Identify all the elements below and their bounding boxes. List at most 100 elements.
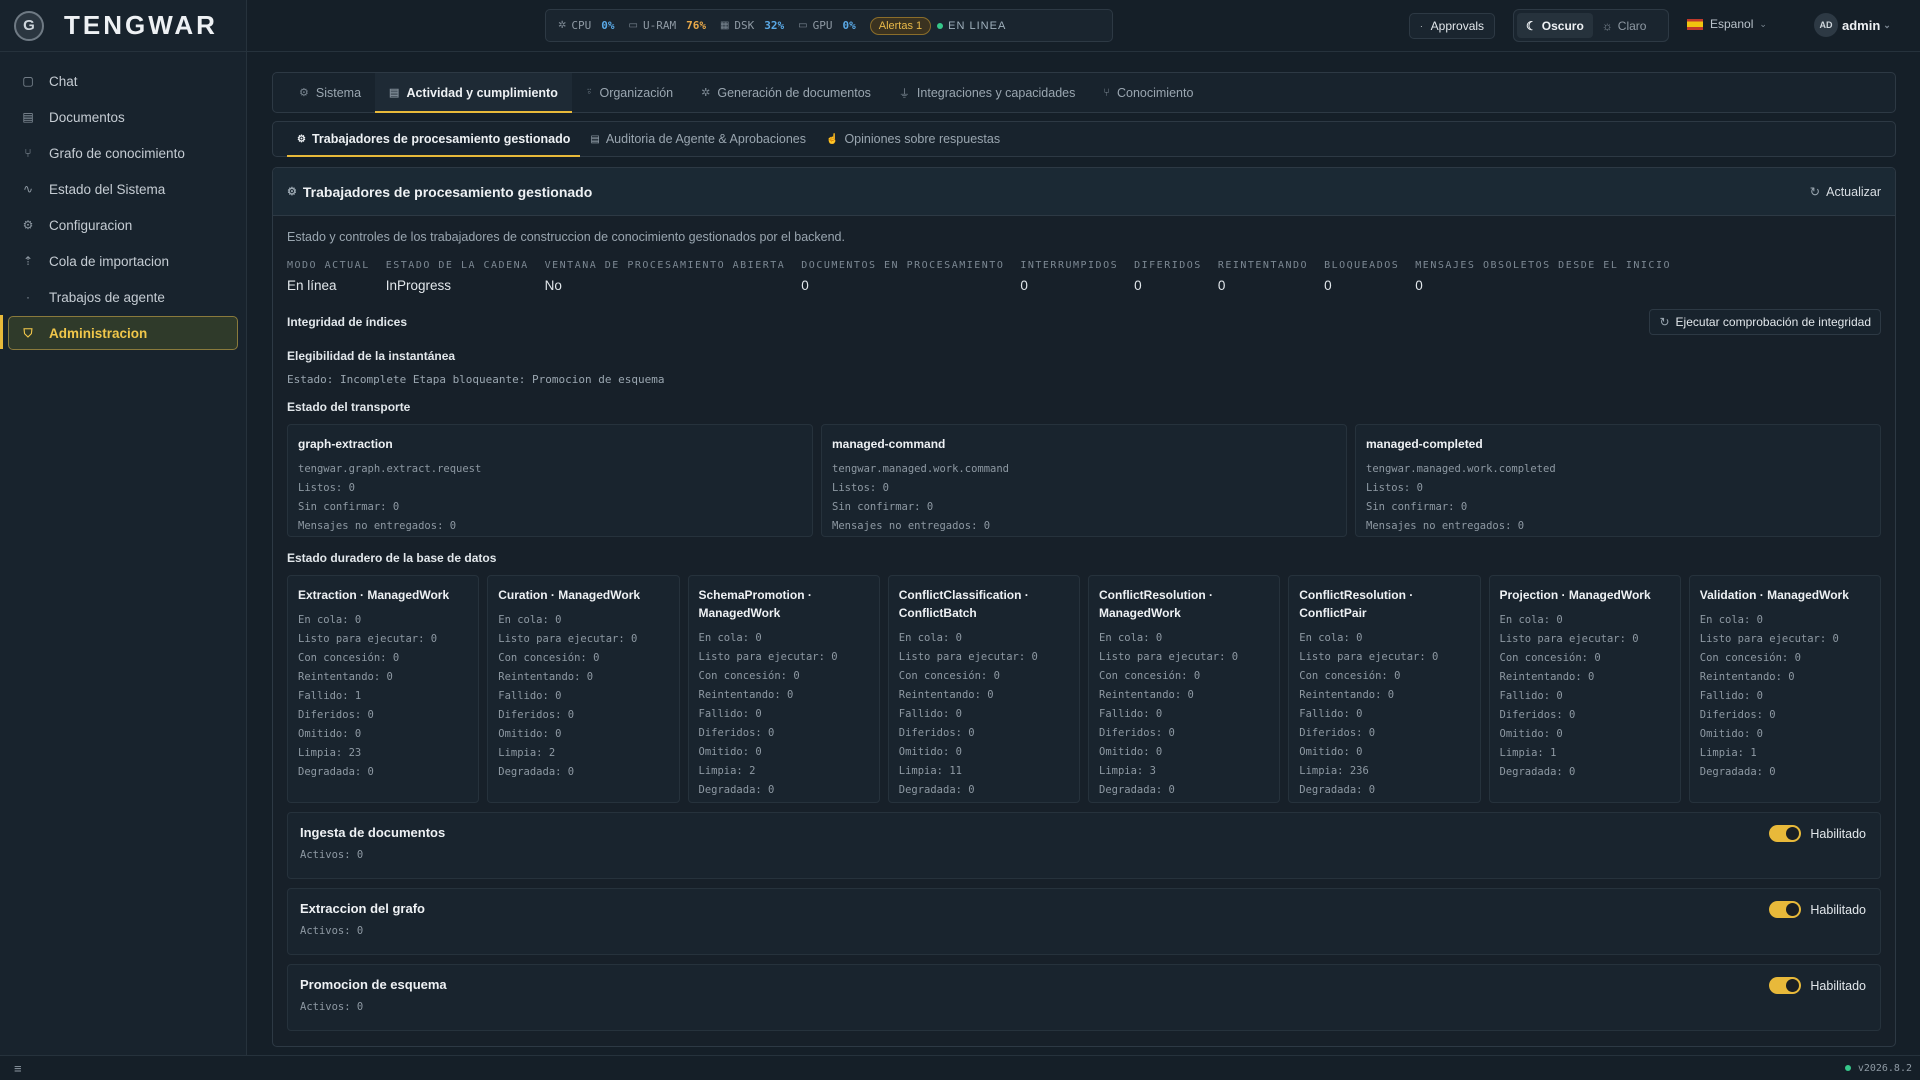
sidebar-item-trabajos-de-agente[interactable]: · Trabajos de agente (8, 280, 238, 314)
alerts-badge[interactable]: Alertas 1 (869, 16, 932, 35)
sidebar-item-grafo-de-conocimiento[interactable]: ⑂ Grafo de conocimiento (8, 136, 238, 170)
tab-6[interactable]: ⑂ Conocimiento (1089, 73, 1207, 112)
db-state-metric: Fallido: 0 (1499, 690, 1563, 702)
sidebar: G TENGWAR ▢ Chat ▤ Documentos ⑂ Grafo de cono… (0, 0, 247, 1055)
tab-5[interactable]: ⏚ Integraciones y capacidades (885, 73, 1089, 112)
version-label: v2026.8.2 (1857, 1062, 1912, 1074)
pipeline-active-count: Activos: 0 (300, 849, 364, 861)
stat-label: MENSAJES OBSOLETOS DESDE EL INICIO (1415, 260, 1671, 271)
transport-metric: Listos: 0 (298, 482, 355, 494)
pipeline-toggle[interactable]: Habilitado (1769, 825, 1866, 842)
sidebar-item-estado-del-sistema[interactable]: ∿ Estado del Sistema (8, 172, 238, 206)
db-state-metric: Reintentando: 0 (1299, 689, 1395, 701)
subtab-3[interactable]: ☝ Opiniones sobre respuestas (816, 122, 1010, 156)
chevron-down-icon: ⌄ (1883, 19, 1891, 30)
sidebar-item-configuracion[interactable]: ⚙ Configuracion (8, 208, 238, 242)
transport-metric: Mensajes no entregados: 0 (832, 520, 991, 532)
activity-icon: ∿ (22, 182, 34, 196)
stat-value: 0 (801, 278, 809, 293)
pipeline-toggle[interactable]: Habilitado (1769, 901, 1866, 918)
db-state-metric: Con concesión: 0 (298, 652, 400, 664)
stat-label: INTERRUMPIDOS (1020, 260, 1119, 271)
db-state-metric: Limpia: 1 (1499, 747, 1557, 759)
sidebar-item-administracion[interactable]: ⛉ Administracion (8, 316, 238, 350)
activity-subtabs: ⚙ Trabajadores de procesamiento gestionad… (272, 121, 1896, 157)
transport-card: graph-extraction tengwar.graph.extract.re… (287, 424, 813, 537)
panel-header: ⚙ Trabajadores de procesamiento gestiona… (273, 168, 1895, 216)
tab-2[interactable]: ▤ Actividad y cumplimiento (375, 73, 572, 113)
transport-topic: tengwar.managed.work.completed (1366, 463, 1556, 475)
approvals-button[interactable]: · Approvals (1409, 13, 1496, 39)
subtab-1[interactable]: ⚙ Trabajadores de procesamiento gestionad… (287, 122, 581, 157)
refresh-icon: ↻ (1809, 185, 1821, 199)
subtab-label: Auditoria de Agente & Aprobaciones (605, 132, 806, 146)
gpu-icon: ▭ (798, 20, 808, 31)
toggle-switch[interactable] (1769, 901, 1802, 918)
metric-label: CPU (571, 19, 592, 32)
db-state-metric: Limpia: 1 (1699, 747, 1757, 759)
db-state-card: Curation · ManagedWork En cola: 0 Listo pa… (487, 575, 680, 803)
db-state-metric: Degradada: 0 (1299, 784, 1376, 796)
db-state-metric: Degradada: 0 (298, 766, 374, 778)
integrity-title: Integridad de índices (287, 315, 408, 329)
moon-icon: ☾ (1526, 18, 1537, 33)
theme-dark-button[interactable]: ☾ Oscuro (1517, 13, 1593, 38)
clipboard-icon: ▤ (389, 87, 400, 99)
pipeline-title: Extraccion del grafo (300, 901, 425, 916)
tab-3[interactable]: ⍤ Organización (572, 73, 687, 112)
db-state-metric: Omitido: 0 (1299, 746, 1363, 758)
db-state-metric: En cola: 0 (498, 614, 562, 626)
db-state-metric: Listo para ejecutar: 0 (1099, 651, 1239, 663)
subtab-2[interactable]: ▤ Auditoria de Agente & Aprobaciones (580, 122, 816, 156)
stat-item: ESTADO DE LA CADENA InProgress (386, 260, 529, 293)
sidebar-item-label: Administracion (49, 325, 148, 341)
metric-value: 32% (764, 19, 785, 32)
toggle-switch[interactable] (1769, 977, 1802, 994)
pipeline-row: Promocion de esquema Activos: 0 Habilitado (287, 964, 1881, 1031)
integrity-check-button[interactable]: ↻ Ejecutar comprobación de integridad (1649, 309, 1881, 335)
sidebar-item-cola-de-importacion[interactable]: ⇡ Cola de importacion (8, 244, 238, 278)
tab-label: Actividad y cumplimiento (406, 85, 558, 100)
metric-label: DSK (734, 19, 755, 32)
chat-icon: ▢ (22, 74, 34, 88)
graph-icon: ⑂ (1103, 86, 1110, 99)
gear-icon: ⚙ (22, 218, 34, 232)
db-state-metric: Fallido: 1 (298, 690, 362, 702)
stat-value: InProgress (385, 278, 452, 293)
pipeline-toggle[interactable]: Habilitado (1769, 977, 1866, 994)
db-state-metric: Fallido: 0 (1299, 708, 1363, 720)
db-state-name: ConflictResolution · ManagedWork (1099, 588, 1213, 620)
avatar: AD (1814, 13, 1838, 37)
metric-label: GPU (812, 19, 833, 32)
transport-topic: tengwar.graph.extract.request (298, 463, 482, 475)
pipeline-title: Ingesta de documentos (300, 825, 446, 840)
theme-light-button[interactable]: ☼ Claro (1593, 13, 1656, 38)
subtab-label: Trabajadores de procesamiento gestionado (311, 132, 571, 146)
tab-label: Sistema (315, 85, 362, 100)
sidebar-item-label: Configuracion (49, 217, 133, 233)
db-state-metric: Con concesión: 0 (898, 670, 1000, 682)
transport-topic: tengwar.managed.work.command (832, 463, 1010, 475)
sidebar-item-documentos[interactable]: ▤ Documentos (8, 100, 238, 134)
toggle-label: Habilitado (1810, 902, 1866, 917)
brand-logo-icon[interactable]: G (14, 10, 44, 41)
sidebar-item-chat[interactable]: ▢ Chat (8, 64, 238, 98)
transport-metric: Listos: 0 (1366, 482, 1423, 494)
transport-name: managed-completed (1366, 437, 1483, 451)
tab-4[interactable]: ✲ Generación de documentos (687, 73, 885, 112)
approvals-label: Approvals (1430, 19, 1485, 33)
transport-cards: graph-extraction tengwar.graph.extract.re… (287, 424, 1881, 537)
db-state-card: Validation · ManagedWork En cola: 0 Listo … (1688, 575, 1881, 803)
sidebar-item-label: Grafo de conocimiento (49, 145, 185, 161)
menu-icon[interactable]: ≡ (14, 1061, 22, 1076)
brand-name: TENGWAR (64, 10, 218, 40)
db-state-metric: Listo para ejecutar: 0 (1699, 633, 1839, 645)
tab-1[interactable]: ⚙ Sistema (285, 73, 375, 112)
language-select[interactable]: Espanol ⌄ (1687, 17, 1767, 31)
refresh-button[interactable]: ↻ Actualizar (1809, 184, 1881, 200)
toggle-switch[interactable] (1769, 825, 1802, 842)
system-metrics: ✲ CPU 0% ▭ U-RAM 76% ▦ DSK 32% ▭ GPU 0% Alertas 1 E… (545, 9, 1113, 42)
brand: G TENGWAR (0, 0, 246, 52)
metric-gpu: ▭ GPU 0% (798, 19, 856, 32)
user-menu[interactable]: AD admin ⌄ (1814, 13, 1891, 37)
